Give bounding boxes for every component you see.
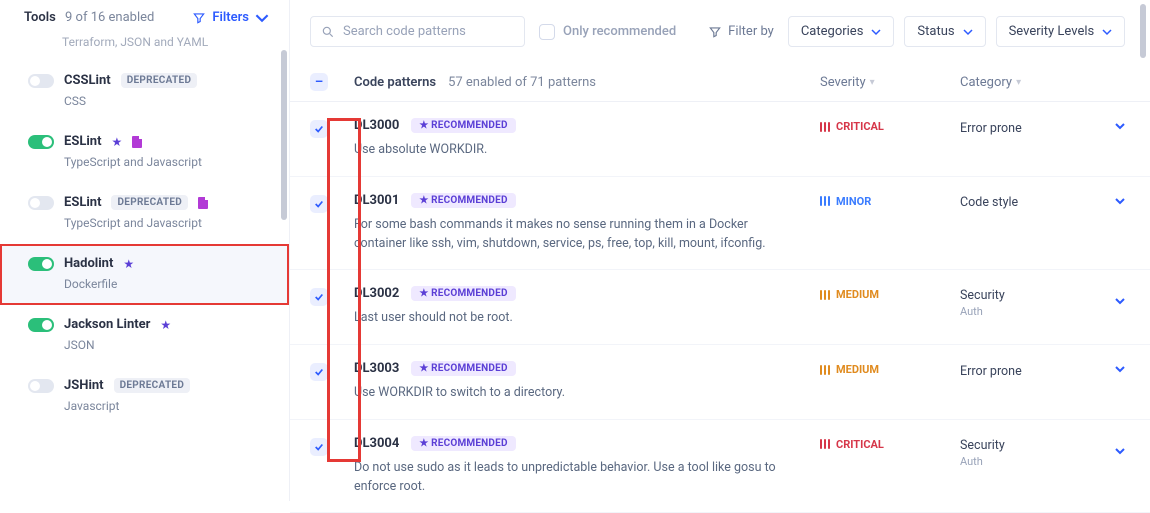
tool-name: JSHint — [64, 378, 104, 393]
tool-item-jshint-5[interactable]: JSHint DEPRECATED Javascript — [0, 366, 289, 427]
pattern-row-DL3002: DL3002 ★ RECOMMENDED Last user should not … — [290, 270, 1150, 345]
dropdown-status[interactable]: Status — [904, 16, 985, 47]
tool-item-hadolint-3[interactable]: Hadolint ★ Dockerfile — [0, 244, 289, 305]
severity-critical: CRITICAL — [820, 118, 960, 133]
sidebar-scrollbar[interactable] — [281, 50, 287, 220]
pattern-description: For some bash commands it makes no sense… — [354, 216, 794, 254]
tool-sublabel: Dockerfile — [64, 277, 269, 291]
tool-toggle[interactable] — [28, 257, 54, 271]
tool-item-jackson-linter-4[interactable]: Jackson Linter ★ JSON — [0, 305, 289, 366]
pattern-row-DL3001: DL3001 ★ RECOMMENDED For some bash command… — [290, 177, 1150, 271]
pattern-row-DL3000: DL3000 ★ RECOMMENDED Use absolute WORKDIR.… — [290, 102, 1150, 177]
col-severity[interactable]: Severity▾ — [820, 75, 960, 90]
tool-name: Jackson Linter — [64, 317, 150, 332]
select-all-checkbox[interactable]: – — [310, 73, 328, 91]
tool-item-csslint-0[interactable]: CSSLint DEPRECATED CSS — [0, 61, 289, 122]
pattern-checkbox[interactable] — [310, 195, 328, 213]
expand-button[interactable] — [1110, 363, 1130, 379]
filters-button[interactable]: Filters — [192, 10, 269, 25]
chevron-down-icon — [255, 11, 269, 25]
col-category[interactable]: Category▾ — [960, 75, 1130, 90]
pattern-checkbox[interactable] — [310, 288, 328, 306]
category-label: Security — [960, 288, 1005, 303]
tool-name: ESLint — [64, 134, 101, 149]
recommended-badge: ★ RECOMMENDED — [411, 361, 515, 376]
category-label: Error prone — [960, 364, 1022, 379]
pattern-id: DL3000 — [354, 118, 399, 133]
tool-sublabel: Javascript — [64, 399, 269, 413]
star-icon: ★ — [123, 257, 134, 271]
pattern-id: DL3001 — [354, 193, 399, 208]
recommended-badge: ★ RECOMMENDED — [411, 436, 515, 451]
severity-minor: MINOR — [820, 193, 960, 208]
dropdown-categories[interactable]: Categories — [788, 16, 895, 47]
deprecated-badge: DEPRECATED — [114, 378, 191, 393]
search-input[interactable]: Search code patterns — [310, 16, 525, 47]
category-label: Security — [960, 438, 1005, 453]
only-recommended-label: Only recommended — [563, 24, 676, 39]
severity-medium: MEDIUM — [820, 361, 960, 376]
recommended-badge: ★ RECOMMENDED — [411, 193, 515, 208]
pattern-checkbox[interactable] — [310, 120, 328, 138]
expand-button[interactable] — [1110, 120, 1130, 136]
filters-label: Filters — [212, 10, 249, 25]
recommended-badge: ★ RECOMMENDED — [411, 286, 515, 301]
pattern-row-DL3004: DL3004 ★ RECOMMENDED Do not use sudo as it… — [290, 420, 1150, 513]
sidebar-title: Tools — [24, 10, 56, 25]
tool-sublabel: CSS — [64, 94, 269, 108]
tool-name: ESLint — [64, 195, 101, 210]
pattern-id: DL3003 — [354, 361, 399, 376]
pattern-description: Last user should not be root. — [354, 309, 794, 328]
main-panel: Search code patterns Only recommended Fi… — [290, 0, 1150, 501]
tool-toggle[interactable] — [28, 318, 54, 332]
severity-medium: MEDIUM — [820, 286, 960, 301]
pattern-id: DL3002 — [354, 286, 399, 301]
tool-truncated-prev: Terraform, JSON and YAML — [62, 35, 289, 57]
deprecated-badge: DEPRECATED — [121, 73, 198, 88]
tool-toggle[interactable] — [28, 196, 54, 210]
category-sublabel: Auth — [960, 305, 1005, 318]
star-icon: ★ — [160, 318, 171, 332]
col-code-patterns: Code patterns — [354, 75, 436, 90]
expand-button[interactable] — [1110, 295, 1130, 311]
pattern-description: Use WORKDIR to switch to a directory. — [354, 384, 794, 403]
sidebar-enabled-count: 9 of 16 enabled — [65, 10, 154, 25]
pattern-checkbox[interactable] — [310, 363, 328, 381]
tool-item-eslint-1[interactable]: ESLint ★ TypeScript and Javascript — [0, 122, 289, 183]
expand-button[interactable] — [1110, 195, 1130, 211]
tool-sublabel: TypeScript and Javascript — [64, 155, 269, 169]
category-sublabel: Auth — [960, 455, 1005, 468]
pattern-description: Do not use sudo as it leads to unpredict… — [354, 459, 794, 497]
tool-name: Hadolint — [64, 256, 113, 271]
search-placeholder: Search code patterns — [343, 24, 466, 39]
filter-by-label: Filter by — [708, 24, 774, 39]
tool-toggle[interactable] — [28, 74, 54, 88]
doc-icon — [132, 136, 142, 148]
category-label: Code style — [960, 195, 1018, 210]
dropdown-severity-levels[interactable]: Severity Levels — [996, 16, 1126, 47]
pattern-checkbox[interactable] — [310, 438, 328, 456]
pattern-row-DL3003: DL3003 ★ RECOMMENDED Use WORKDIR to switch… — [290, 345, 1150, 420]
patterns-enabled-count: 57 enabled of 71 patterns — [448, 75, 596, 90]
pattern-description: Use absolute WORKDIR. — [354, 141, 794, 160]
tool-name: CSSLint — [64, 73, 111, 88]
deprecated-badge: DEPRECATED — [111, 195, 188, 210]
tool-item-eslint-2[interactable]: ESLint DEPRECATED TypeScript and Javascrip… — [0, 183, 289, 244]
pattern-id: DL3004 — [354, 436, 399, 451]
search-icon — [321, 25, 335, 39]
star-icon: ★ — [111, 135, 122, 149]
tool-toggle[interactable] — [28, 379, 54, 393]
main-scrollbar[interactable] — [1140, 4, 1146, 58]
sidebar: Tools 9 of 16 enabled Filters Terraform,… — [0, 0, 290, 501]
tool-sublabel: JSON — [64, 338, 269, 352]
severity-critical: CRITICAL — [820, 436, 960, 451]
category-label: Error prone — [960, 121, 1022, 136]
expand-button[interactable] — [1110, 445, 1130, 461]
recommended-badge: ★ RECOMMENDED — [411, 118, 515, 133]
tool-toggle[interactable] — [28, 135, 54, 149]
doc-icon — [198, 197, 208, 209]
only-recommended-checkbox[interactable] — [539, 24, 555, 40]
tool-sublabel: TypeScript and Javascript — [64, 216, 269, 230]
